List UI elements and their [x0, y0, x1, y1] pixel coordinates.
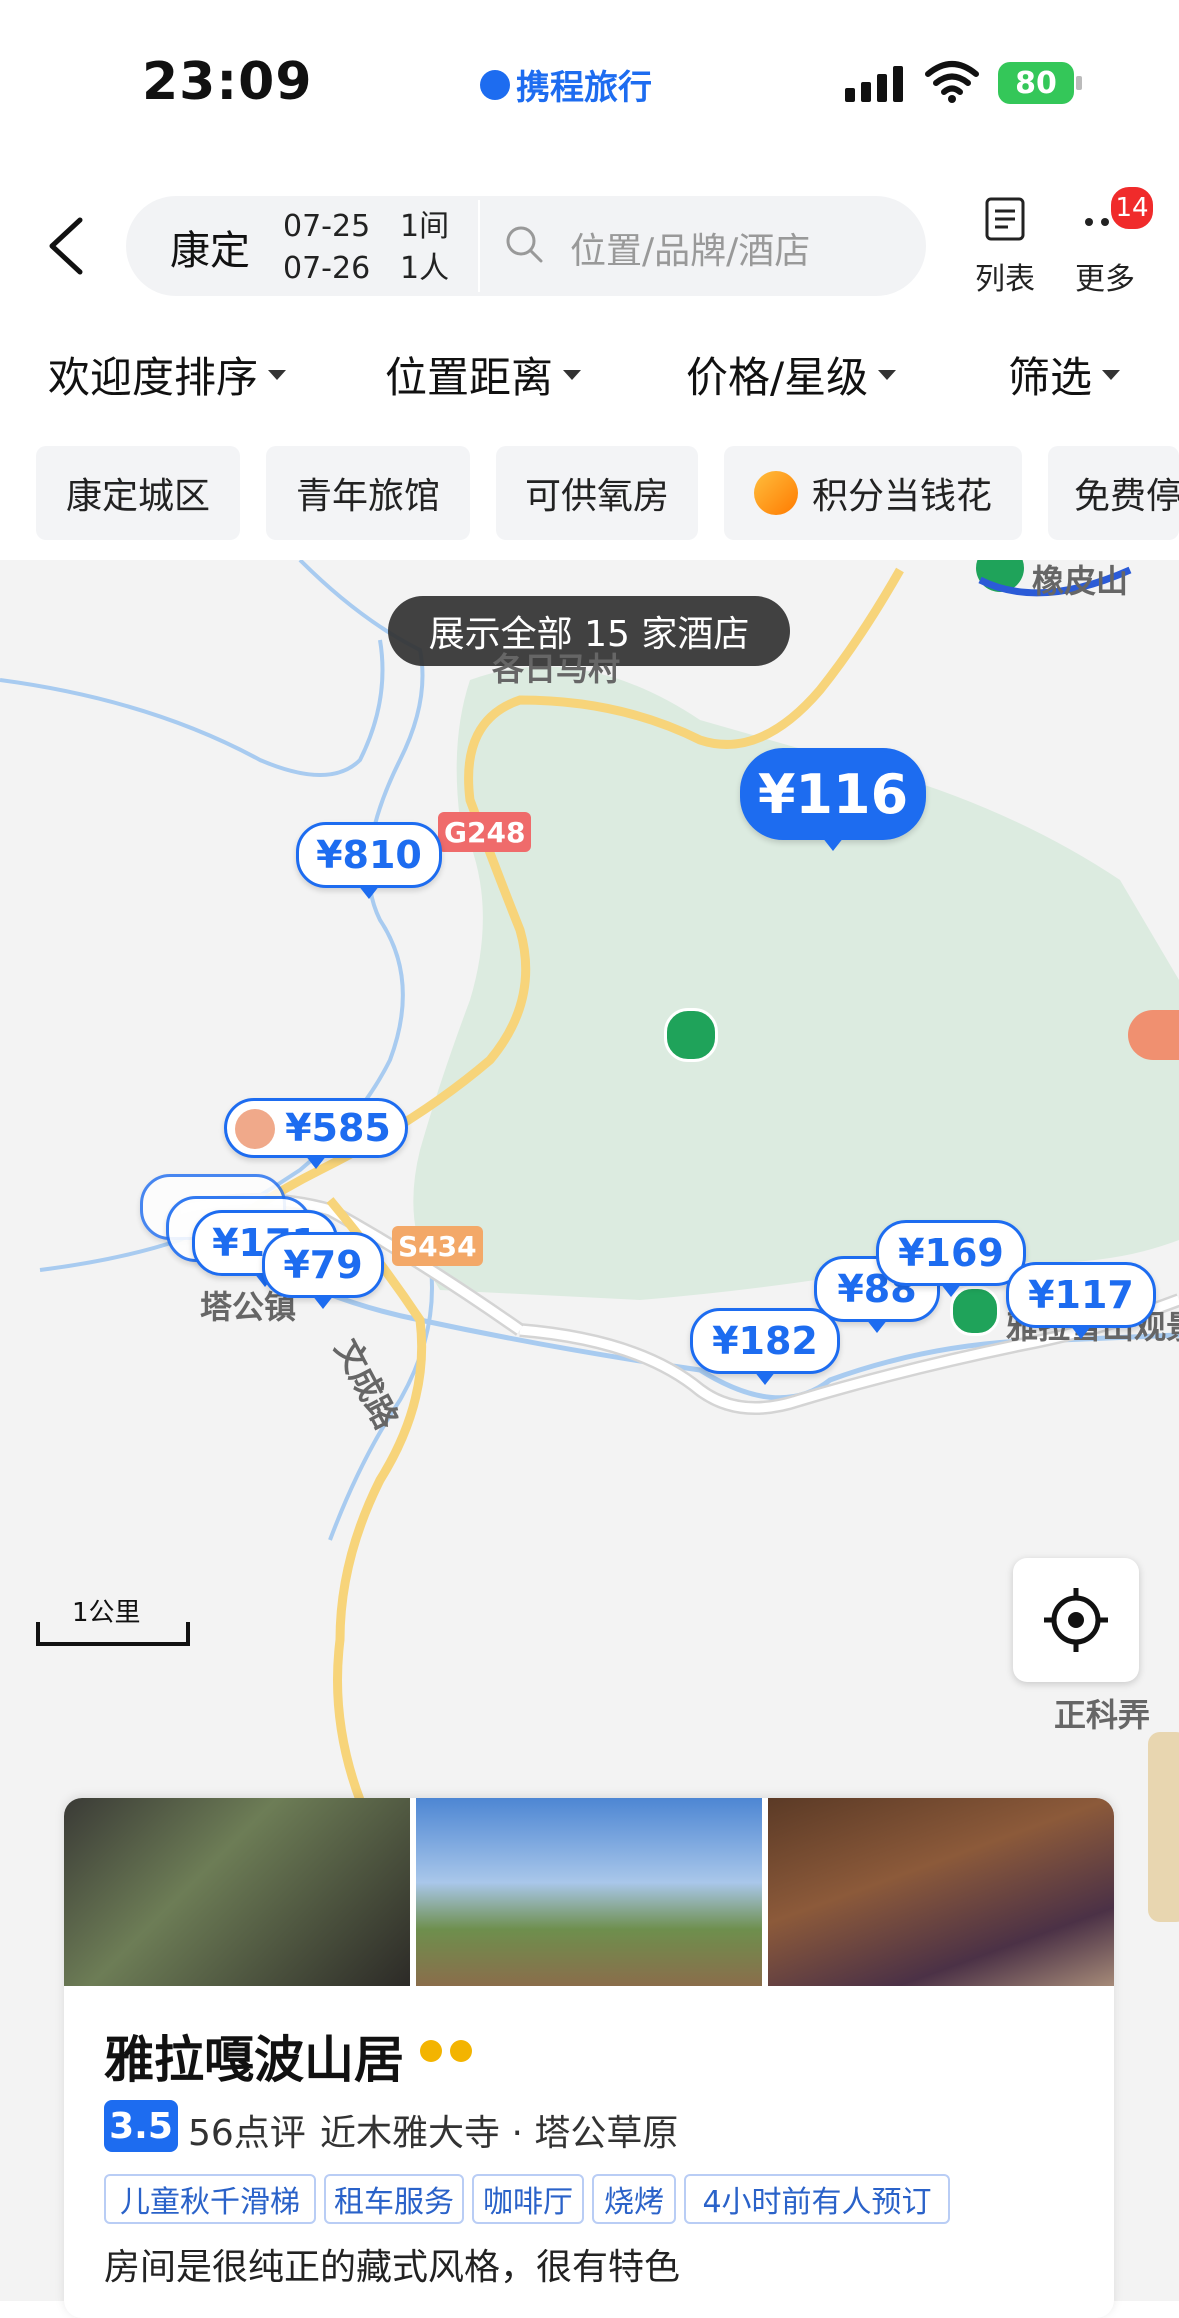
caret-down-icon [1102, 369, 1121, 380]
price-marker-label: ¥585 [285, 1106, 391, 1150]
price-marker[interactable]: ¥117 [1006, 1262, 1156, 1339]
facility-tag: 租车服务 [324, 2174, 464, 2224]
place-label-zhengke: 正科弄 [1054, 1696, 1151, 1734]
road-badge-s434: S434 [392, 1226, 483, 1266]
crosshair-icon [1044, 1588, 1108, 1652]
more-label: 更多 [1075, 262, 1135, 297]
facility-tag: 咖啡厅 [472, 2174, 584, 2224]
price-marker[interactable]: ¥79 [262, 1232, 384, 1309]
facility-tag: 儿童秋千滑梯 [104, 2174, 316, 2224]
date-range[interactable]: 07-25 07-26 [283, 206, 370, 290]
locate-me-button[interactable] [1013, 1558, 1139, 1682]
notification-badge: 14 [1108, 184, 1156, 232]
sort-filter[interactable]: 筛选 [1008, 344, 1121, 405]
next-hotel-card-peek[interactable] [1148, 1732, 1179, 1922]
guest-count: 1人 [400, 251, 450, 286]
price-marker[interactable]: ¥810 [296, 822, 442, 899]
list-view-button[interactable]: 列表 [965, 196, 1045, 297]
caret-down-icon [268, 369, 287, 380]
city-selector[interactable]: 康定 [170, 218, 250, 276]
hostel-brand-icon [235, 1109, 275, 1149]
price-marker[interactable]: ¥182 [690, 1308, 840, 1385]
back-arrow-icon[interactable] [42, 216, 92, 276]
checkin-date: 07-25 [283, 209, 371, 244]
sort-popularity-label: 欢迎度排序 [48, 353, 259, 402]
price-marker[interactable]: ¥585 [224, 1098, 408, 1169]
chip-points-label: 积分当钱花 [811, 476, 992, 517]
road-badge-g248: G248 [438, 812, 532, 852]
hotel-photo-room[interactable] [64, 1798, 410, 1986]
hotel-rating-dots [420, 2040, 472, 2062]
list-label: 列表 [975, 262, 1035, 297]
place-label-geri-village: 各日马村 [492, 650, 621, 688]
list-icon [985, 197, 1025, 241]
chip-free-parking[interactable]: 免费停 [1048, 446, 1179, 540]
review-score: 3.5 [104, 2100, 178, 2152]
sort-distance-label: 位置距离 [385, 353, 554, 402]
map-scale-bar [36, 1622, 190, 1646]
room-guest-selector[interactable]: 1间 1人 [400, 206, 449, 290]
chip-oxygen-room[interactable]: 可供氧房 [496, 446, 698, 540]
battery-tip [1076, 76, 1082, 90]
price-marker[interactable]: ¥169 [876, 1220, 1026, 1297]
facility-tag: 烧烤 [592, 2174, 676, 2224]
ctrip-logo-icon [480, 69, 510, 100]
hotel-name[interactable]: 雅拉嘎波山居 [104, 2020, 404, 2092]
status-bar: 23:09 携程旅行 80 [0, 0, 1179, 170]
hotel-photo-outdoor[interactable] [416, 1798, 762, 1986]
app-brand: 携程旅行 [480, 60, 652, 109]
cellular-signal-icon [845, 66, 903, 102]
caret-down-icon [563, 369, 582, 380]
chip-points[interactable]: 积分当钱花 [724, 446, 1022, 540]
sort-popularity[interactable]: 欢迎度排序 [48, 344, 287, 405]
hotel-photo-lounge[interactable] [768, 1798, 1114, 1986]
sort-filter-label: 筛选 [1008, 353, 1093, 402]
scenic-mountain-icon[interactable] [664, 1008, 718, 1062]
search-divider [478, 200, 480, 292]
brand-label: 携程旅行 [516, 68, 652, 108]
caret-down-icon [878, 369, 897, 380]
search-icon [506, 226, 543, 263]
price-marker-selected[interactable]: ¥116 [740, 748, 926, 851]
sort-distance[interactable]: 位置距离 [385, 344, 582, 405]
hotel-location: 近木雅大寺 · 塔公草原 [320, 2113, 679, 2154]
battery-indicator: 80 [998, 62, 1074, 104]
room-count: 1间 [400, 209, 450, 244]
chip-youth-hostel[interactable]: 青年旅馆 [266, 446, 470, 540]
sort-price-star-label: 价格/星级 [686, 353, 869, 402]
wifi-icon [925, 61, 979, 103]
checkout-date: 07-26 [283, 251, 371, 286]
review-count[interactable]: 56点评 [188, 2104, 306, 2156]
place-label-xiangpishan: 橡皮山 [1032, 562, 1129, 600]
poi-food-icon[interactable] [1128, 1010, 1179, 1060]
sort-price-star[interactable]: 价格/星级 [686, 344, 897, 405]
booking-activity-tag: 4小时前有人预订 [684, 2174, 950, 2224]
coin-icon [753, 471, 798, 515]
clock: 23:09 [142, 52, 313, 112]
chip-kangding-city[interactable]: 康定城区 [36, 446, 240, 540]
hotel-card[interactable]: 雅拉嘎波山居 3.5 56点评 近木雅大寺 · 塔公草原 儿童秋千滑梯 租车服务… [64, 1798, 1114, 2318]
review-quote: 房间是很纯正的藏式风格，很有特色 [104, 2247, 681, 2288]
search-input[interactable]: 位置/品牌/酒店 [570, 222, 810, 274]
